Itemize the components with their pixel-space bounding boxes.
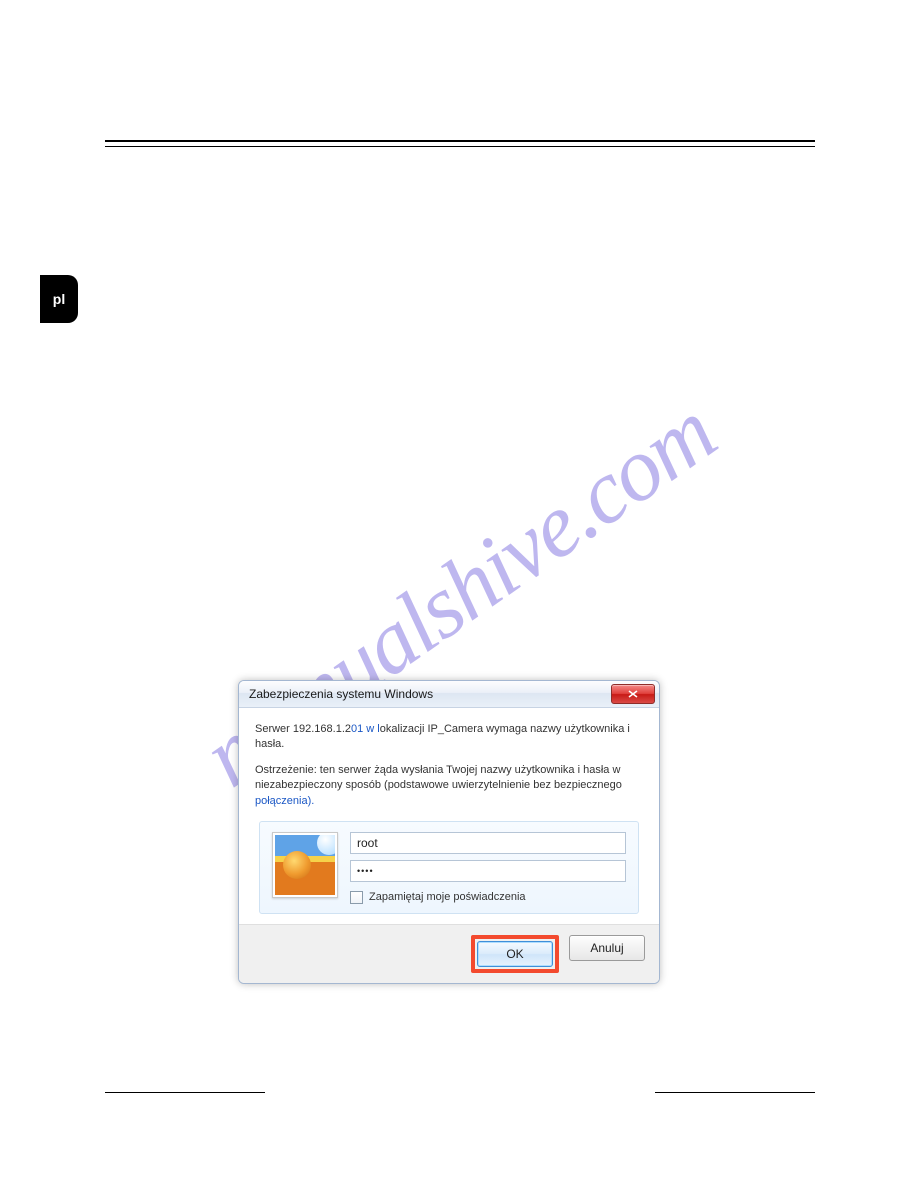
warning-message: Ostrzeżenie: ten serwer żąda wysłania Tw… [255,763,643,809]
dialog-titlebar: Zabezpieczenia systemu Windows [239,681,659,708]
ok-highlight-box: OK [471,935,559,973]
cancel-button[interactable]: Anuluj [569,935,645,961]
avatar-frame [272,832,338,898]
top-rule [105,140,815,147]
avatar-image [275,835,335,895]
credentials-fields: root •••• Zapamiętaj moje poświadczenia [350,832,626,905]
dialog-buttons: OK Anuluj [239,924,659,983]
ok-button[interactable]: OK [477,941,553,967]
bottom-rule-right [655,1092,815,1093]
msg2-pre: Ostrzeżenie: ten serwer żąda wysłania Tw… [255,764,622,791]
close-button[interactable] [611,684,655,704]
msg1-link: 01 w l [351,723,380,735]
msg2-link: połączenia). [255,795,314,807]
server-message: Serwer 192.168.1.201 w lokalizacji IP_Ca… [255,722,643,753]
password-input[interactable]: •••• [350,860,626,882]
language-tab: pl [40,275,78,323]
msg1-pre: Serwer 192.168.1.2 [255,723,351,735]
credentials-panel: root •••• Zapamiętaj moje poświadczenia [259,821,639,914]
remember-row: Zapamiętaj moje poświadczenia [350,890,626,905]
remember-label: Zapamiętaj moje poświadczenia [369,890,526,905]
remember-checkbox[interactable] [350,891,363,904]
dialog-body: Serwer 192.168.1.201 w lokalizacji IP_Ca… [239,708,659,924]
username-input[interactable]: root [350,832,626,854]
bottom-rule-left [105,1092,265,1093]
auth-dialog: Zabezpieczenia systemu Windows Serwer 19… [238,680,660,984]
close-icon [628,690,638,698]
dialog-title: Zabezpieczenia systemu Windows [249,687,611,701]
